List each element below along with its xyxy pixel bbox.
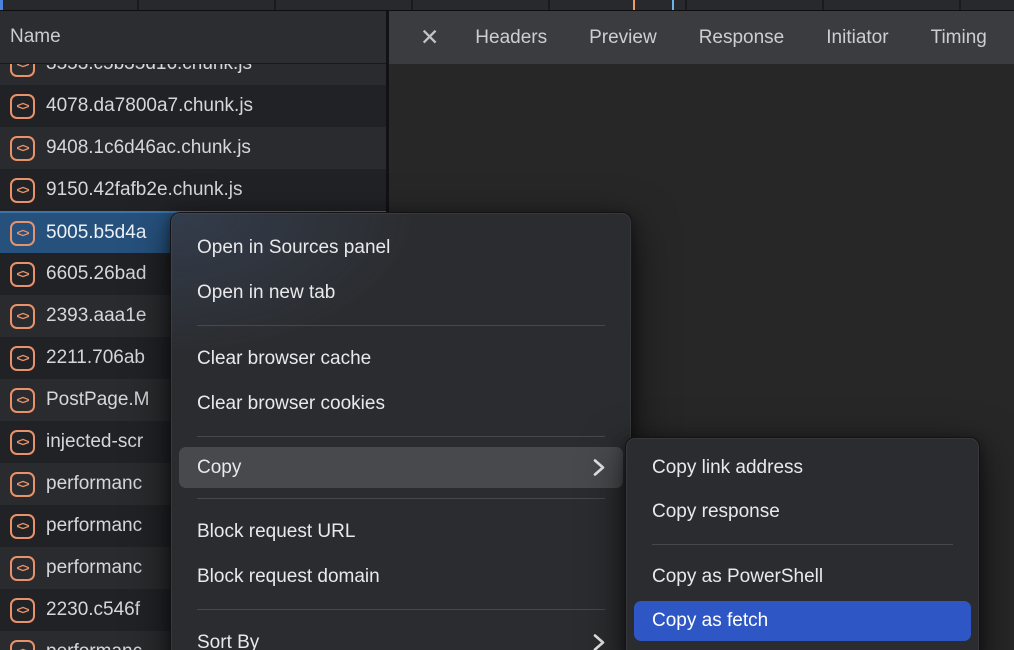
timeline-gridline — [274, 0, 276, 10]
chevron-right-icon — [593, 633, 605, 650]
request-row[interactable]: <> 4078.da7800a7.chunk.js — [0, 85, 386, 127]
script-file-icon: <> — [10, 640, 35, 650]
script-file-icon: <> — [10, 304, 35, 329]
menu-item-copy-response[interactable]: Copy response — [626, 490, 979, 534]
tab-timing[interactable]: Timing — [910, 27, 1008, 48]
menu-item-sort-by[interactable]: Sort By — [171, 620, 631, 650]
menu-item-label: Copy response — [652, 501, 780, 523]
menu-item-label: Copy — [197, 457, 241, 479]
menu-item-clear-browser-cookies[interactable]: Clear browser cookies — [171, 381, 631, 426]
copy-submenu: Copy link address Copy response Copy as Po… — [625, 437, 980, 650]
request-name: 9150.42fafb2e.chunk.js — [46, 179, 243, 201]
request-name: 5005.b5d4a — [46, 222, 146, 244]
menu-item-label: Copy as PowerShell — [652, 566, 823, 588]
request-name: 2393.aaa1e — [46, 305, 146, 327]
network-overview-strip[interactable] — [0, 0, 1014, 11]
menu-item-label: Open in Sources panel — [197, 237, 390, 259]
load-event-marker — [672, 0, 674, 10]
menu-separator — [197, 498, 605, 499]
timeline-gridline — [822, 0, 824, 10]
script-file-icon: <> — [10, 178, 35, 203]
close-icon[interactable]: ✕ — [405, 24, 454, 51]
script-file-icon: <> — [10, 514, 35, 539]
menu-separator — [197, 609, 605, 610]
request-name: performanc — [46, 557, 142, 579]
request-name: 9408.1c6d46ac.chunk.js — [46, 137, 251, 159]
menu-item-label: Block request URL — [197, 521, 355, 543]
menu-item-label: Copy link address — [652, 457, 803, 479]
menu-item-block-request-domain[interactable]: Block request domain — [171, 554, 631, 599]
script-file-icon: <> — [10, 221, 35, 246]
menu-item-open-in-new-tab[interactable]: Open in new tab — [171, 270, 631, 315]
tab-headers[interactable]: Headers — [454, 27, 568, 48]
request-name: 4078.da7800a7.chunk.js — [46, 95, 253, 117]
menu-item-copy[interactable]: Copy — [179, 447, 623, 488]
menu-separator — [197, 325, 605, 326]
request-name: injected-scr — [46, 431, 143, 453]
selection-start-bar — [0, 0, 3, 10]
menu-item-copy-as-powershell[interactable]: Copy as PowerShell — [626, 555, 979, 599]
timeline-gridline — [411, 0, 413, 10]
chevron-right-icon — [593, 458, 605, 477]
dom-content-loaded-marker — [633, 0, 635, 10]
script-file-icon: <> — [10, 598, 35, 623]
menu-item-label: Copy as fetch — [652, 610, 768, 632]
tab-preview[interactable]: Preview — [568, 27, 678, 48]
menu-separator — [197, 436, 605, 437]
menu-item-label: Sort By — [197, 632, 259, 650]
request-name: 2211.706ab — [46, 347, 145, 369]
script-file-icon: <> — [10, 388, 35, 413]
context-menu: Open in Sources panel Open in new tab Clea… — [170, 212, 632, 650]
menu-item-copy-link-address[interactable]: Copy link address — [626, 446, 979, 490]
script-file-icon: <> — [10, 262, 35, 287]
timeline-gridline — [548, 0, 550, 10]
script-file-icon: <> — [10, 556, 35, 581]
script-file-icon: <> — [10, 94, 35, 119]
menu-item-label: Block request domain — [197, 566, 380, 588]
script-file-icon: <> — [10, 136, 35, 161]
script-file-icon: <> — [10, 472, 35, 497]
tab-response[interactable]: Response — [678, 27, 806, 48]
menu-item-label: Clear browser cache — [197, 348, 371, 370]
name-column-header[interactable]: Name — [0, 11, 386, 64]
name-column-label: Name — [10, 26, 61, 48]
request-row[interactable]: <> 9150.42fafb2e.chunk.js — [0, 169, 386, 211]
menu-item-label: Clear browser cookies — [197, 393, 385, 415]
script-file-icon: <> — [10, 346, 35, 371]
detail-tab-bar: ✕ HeadersPreviewResponseInitiatorTiming — [389, 11, 1014, 64]
menu-item-clear-browser-cache[interactable]: Clear browser cache — [171, 336, 631, 381]
menu-item-label: Open in new tab — [197, 282, 335, 304]
request-name: 3553.c5b35d16.chunk.js — [46, 64, 252, 75]
request-row[interactable]: <> 9408.1c6d46ac.chunk.js — [0, 127, 386, 169]
menu-item-open-in-sources-panel[interactable]: Open in Sources panel — [171, 225, 631, 270]
timeline-gridline — [959, 0, 961, 10]
request-row[interactable]: <> 3553.c5b35d16.chunk.js — [0, 64, 386, 85]
request-name: performanc — [46, 515, 142, 537]
request-name: performanc — [46, 641, 142, 650]
devtools-network-panel: Name <> 3553.c5b35d16.chunk.js <> 4078.da78… — [0, 0, 1014, 650]
timeline-gridline — [685, 0, 687, 10]
menu-item-copy-as-fetch[interactable]: Copy as fetch — [634, 601, 971, 641]
script-file-icon: <> — [10, 64, 35, 77]
request-name: performanc — [46, 473, 142, 495]
menu-item-block-request-url[interactable]: Block request URL — [171, 509, 631, 554]
script-file-icon: <> — [10, 430, 35, 455]
menu-separator — [652, 544, 953, 545]
timeline-gridline — [137, 0, 139, 10]
tab-initiator[interactable]: Initiator — [805, 27, 909, 48]
request-name: 6605.26bad — [46, 263, 146, 285]
request-name: 2230.c546f — [46, 599, 140, 621]
request-name: PostPage.M — [46, 389, 150, 411]
